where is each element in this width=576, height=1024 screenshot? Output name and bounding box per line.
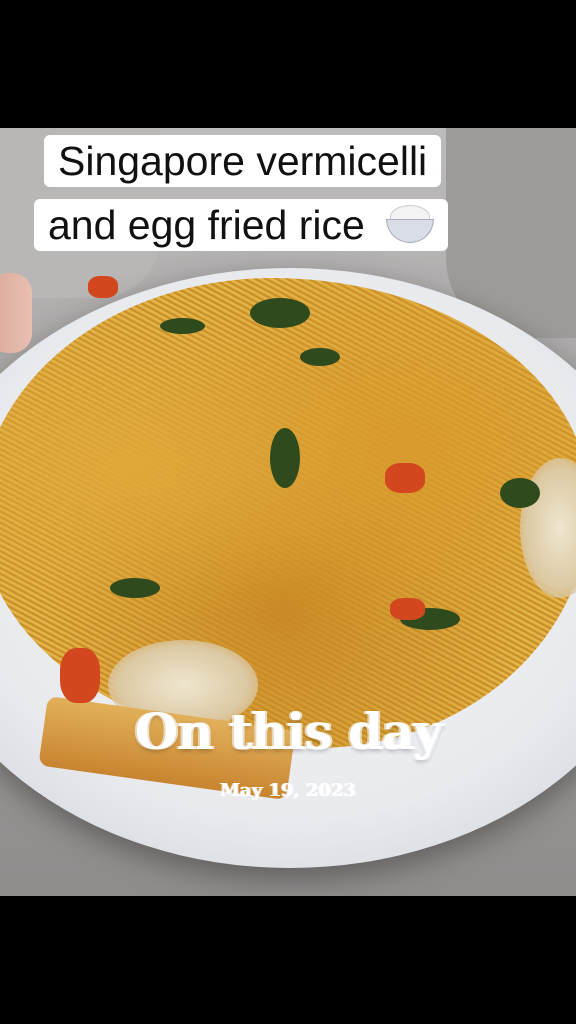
herb-leaf [500, 478, 540, 508]
pepper-piece [390, 598, 425, 620]
herb-leaf [160, 318, 205, 334]
caption-text: and egg fried rice [48, 202, 365, 248]
rice-bowl-icon [384, 203, 435, 243]
herb-leaf [300, 348, 340, 366]
caption-line-1: Singapore vermicelli [44, 135, 442, 187]
hand-finger [0, 273, 32, 353]
pepper-piece [60, 648, 100, 703]
pepper-piece [88, 276, 118, 298]
caption-line-2: and egg fried rice [34, 199, 449, 251]
herb-leaf [250, 298, 310, 328]
caption-text: Singapore vermicelli [58, 138, 428, 184]
pepper-piece [385, 463, 425, 493]
herb-leaf [270, 428, 300, 488]
memory-title: On this day [134, 702, 443, 761]
herb-leaf [110, 578, 160, 598]
memory-date: May 19, 2023 [220, 780, 356, 801]
